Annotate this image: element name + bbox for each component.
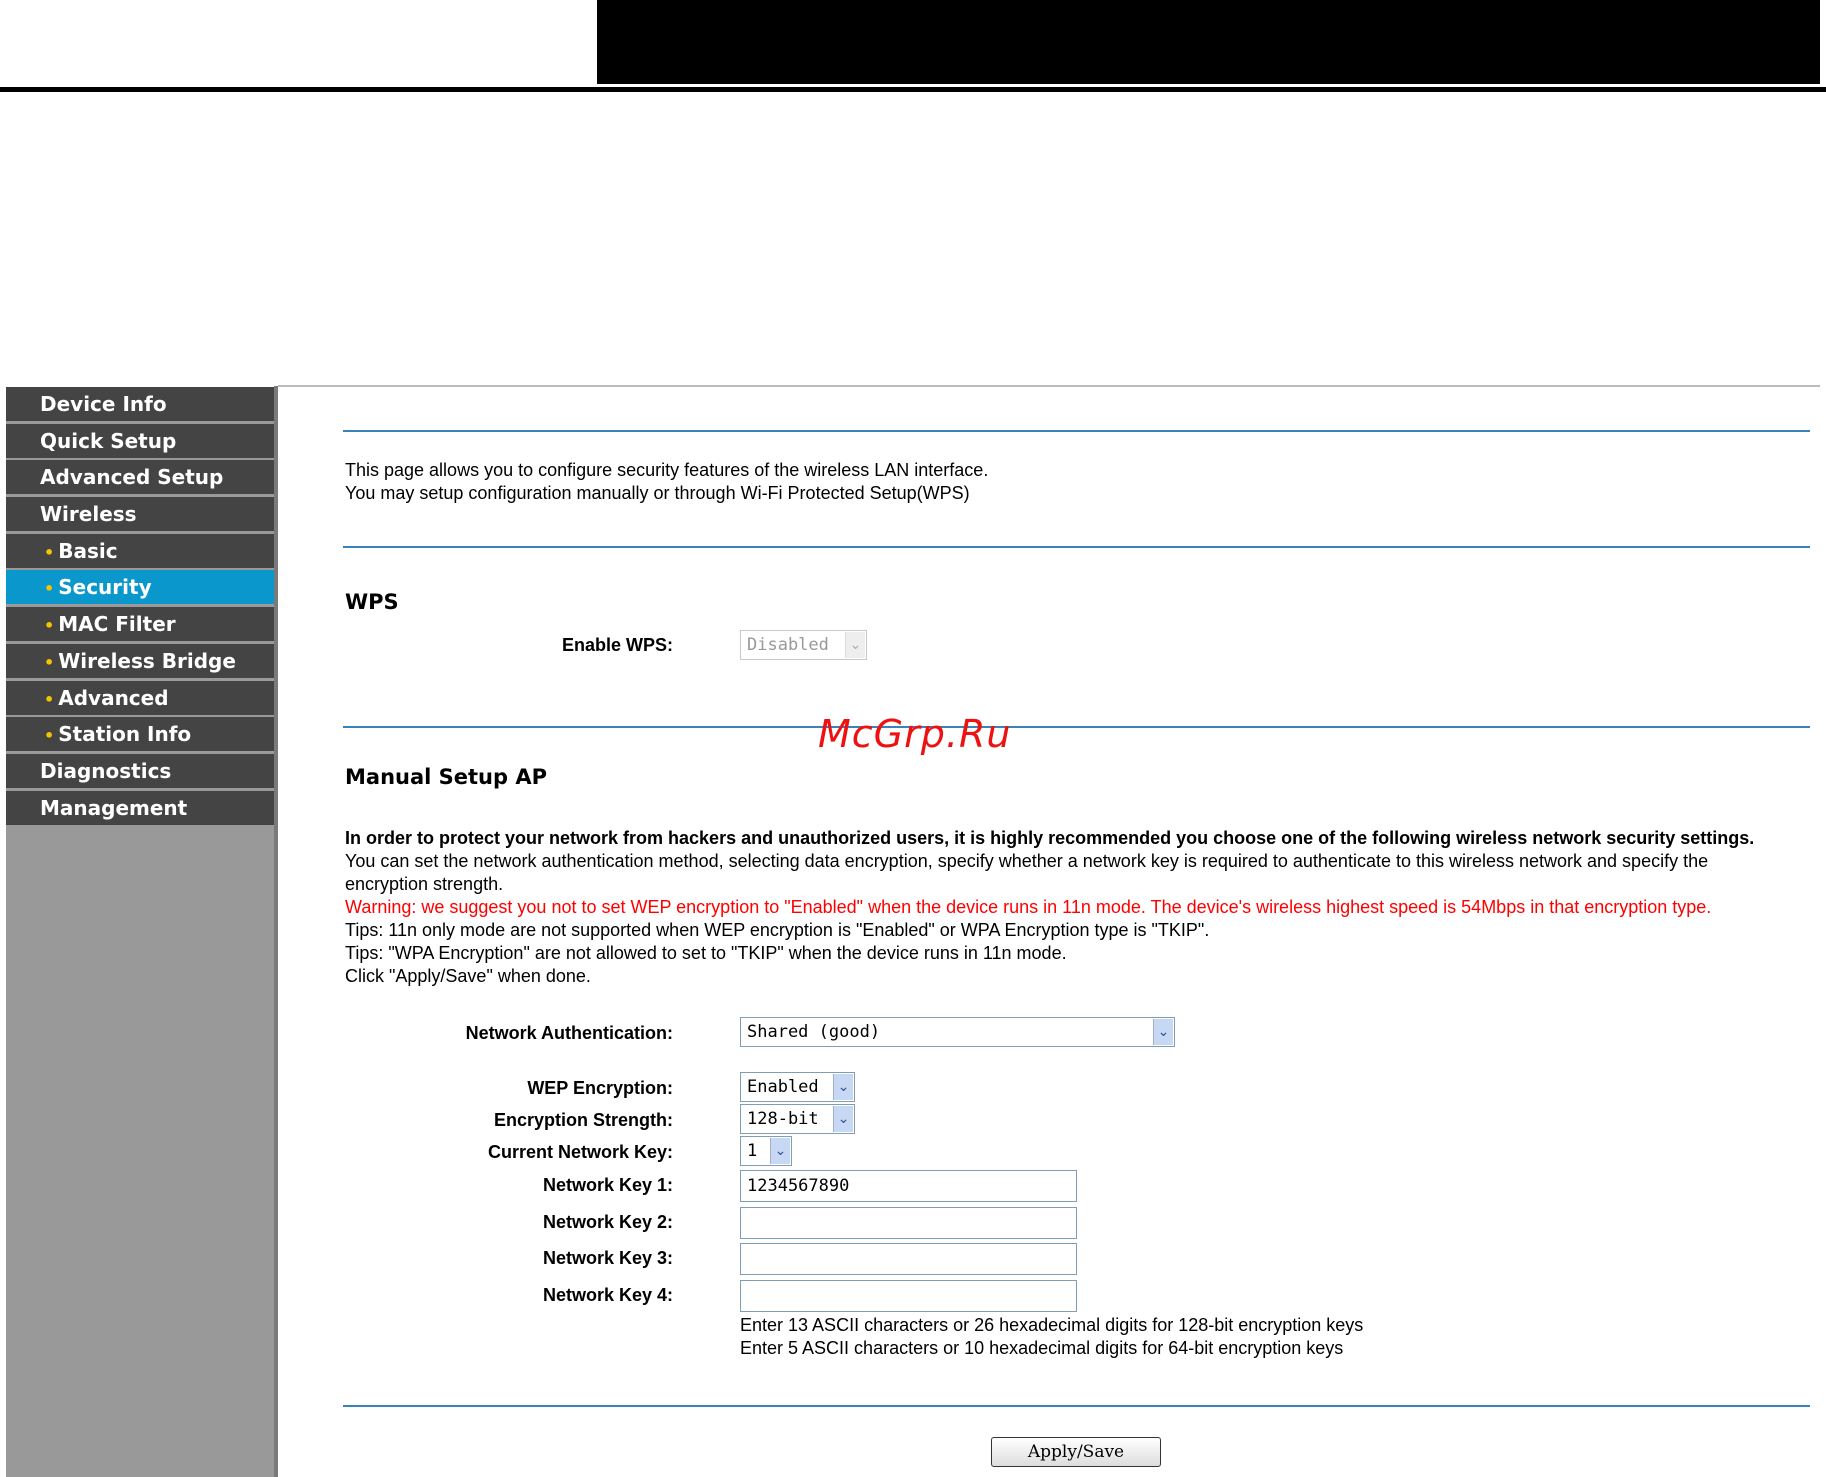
sidebar-item-quick-setup[interactable]: Quick Setup bbox=[6, 423, 274, 458]
intro-line-1: This page allows you to configure securi… bbox=[345, 460, 989, 480]
sidebar-item-basic[interactable]: • Basic bbox=[6, 533, 274, 568]
wep-encryption-label: WEP Encryption: bbox=[527, 1078, 673, 1098]
divider bbox=[343, 726, 1810, 728]
sidebar-item-label: Wireless Bridge bbox=[58, 648, 236, 673]
wep-encryption-value: Enabled bbox=[747, 1077, 819, 1097]
bullet-icon: • bbox=[44, 579, 55, 599]
enable-wps-label: Enable WPS: bbox=[561, 635, 673, 655]
network-key-4-label: Network Key 4: bbox=[542, 1285, 673, 1305]
wep-warning: Warning: we suggest you not to set WEP e… bbox=[345, 897, 1712, 917]
chevron-down-icon: ⌄ bbox=[1153, 1019, 1173, 1045]
manual-setup-heading: Manual Setup AP bbox=[345, 765, 547, 789]
key-hint-128: Enter 13 ASCII characters or 26 hexadeci… bbox=[740, 1315, 1364, 1335]
divider bbox=[343, 1405, 1810, 1407]
network-key-1-label: Network Key 1: bbox=[542, 1175, 673, 1195]
current-network-key-label: Current Network Key: bbox=[487, 1142, 673, 1162]
sidebar-item-label: MAC Filter bbox=[58, 612, 176, 637]
sidebar-item-label: Basic bbox=[58, 538, 118, 563]
divider bbox=[343, 430, 1810, 432]
sidebar-item-wireless-bridge[interactable]: • Wireless Bridge bbox=[6, 643, 274, 678]
divider bbox=[343, 546, 1810, 548]
bullet-icon: • bbox=[44, 616, 55, 636]
header-rule bbox=[0, 87, 1826, 92]
chevron-down-icon: ⌄ bbox=[770, 1138, 790, 1164]
sidebar-item-management[interactable]: Management bbox=[6, 790, 274, 825]
enable-wps-select[interactable]: Disabled ⌄ bbox=[740, 630, 867, 660]
tip-1: Tips: 11n only mode are not supported wh… bbox=[345, 920, 1210, 940]
bullet-icon: • bbox=[44, 652, 55, 672]
network-auth-select[interactable]: Shared (good) ⌄ bbox=[740, 1017, 1175, 1047]
sidebar-item-label: Diagnostics bbox=[40, 758, 172, 783]
sidebar-item-label: Advanced bbox=[58, 685, 169, 710]
sidebar-item-mac-filter[interactable]: • MAC Filter bbox=[6, 607, 274, 642]
sidebar-item-label: Device Info bbox=[40, 392, 167, 416]
intro-line-2: You may setup configuration manually or … bbox=[345, 483, 970, 503]
watermark: McGrp.Ru bbox=[818, 712, 1012, 756]
auth-description-2: encryption strength. bbox=[345, 874, 504, 894]
network-auth-value: Shared (good) bbox=[747, 1022, 881, 1042]
network-key-3-label: Network Key 3: bbox=[542, 1248, 673, 1268]
sidebar-item-diagnostics[interactable]: Diagnostics bbox=[6, 753, 274, 788]
network-auth-label: Network Authentication: bbox=[465, 1023, 673, 1043]
sidebar-item-wireless[interactable]: Wireless bbox=[6, 497, 274, 532]
sidebar-item-label: Quick Setup bbox=[40, 428, 177, 453]
network-key-4-input[interactable] bbox=[740, 1280, 1077, 1312]
bullet-icon: • bbox=[44, 689, 55, 709]
sidebar-item-station-info[interactable]: • Station Info bbox=[6, 717, 274, 752]
security-recommendation: In order to protect your network from ha… bbox=[345, 828, 1755, 848]
sidebar: Device Info Quick Setup Advanced Setup W… bbox=[6, 387, 274, 1477]
sidebar-item-label: Management bbox=[40, 795, 188, 820]
network-key-1-input[interactable]: 1234567890 bbox=[740, 1170, 1077, 1202]
header-bar bbox=[597, 0, 1820, 84]
main-content: This page allows you to configure securi… bbox=[278, 387, 1820, 1477]
sidebar-item-advanced-setup[interactable]: Advanced Setup bbox=[6, 460, 274, 495]
sidebar-item-device-info[interactable]: Device Info bbox=[6, 387, 274, 421]
wep-encryption-select[interactable]: Enabled ⌄ bbox=[740, 1072, 855, 1102]
sidebar-item-label: Advanced Setup bbox=[40, 465, 224, 490]
network-key-2-input[interactable] bbox=[740, 1207, 1077, 1239]
network-key-2-label: Network Key 2: bbox=[542, 1212, 673, 1232]
key-hint-64: Enter 5 ASCII characters or 10 hexadecim… bbox=[740, 1338, 1344, 1358]
auth-description-1: You can set the network authentication m… bbox=[345, 851, 1709, 871]
wps-heading: WPS bbox=[345, 590, 399, 614]
current-network-key-value: 1 bbox=[747, 1141, 758, 1161]
tip-2: Tips: "WPA Encryption" are not allowed t… bbox=[345, 943, 1067, 963]
click-hint: Click "Apply/Save" when done. bbox=[345, 966, 591, 986]
sidebar-item-advanced[interactable]: • Advanced bbox=[6, 680, 274, 715]
current-network-key-select[interactable]: 1 ⌄ bbox=[740, 1136, 792, 1166]
sidebar-item-label: Station Info bbox=[58, 722, 192, 747]
bullet-icon: • bbox=[44, 542, 55, 562]
network-key-3-input[interactable] bbox=[740, 1243, 1077, 1275]
chevron-down-icon: ⌄ bbox=[833, 1106, 853, 1132]
chevron-down-icon: ⌄ bbox=[833, 1074, 853, 1100]
sidebar-item-label: Security bbox=[58, 575, 152, 600]
enable-wps-value: Disabled bbox=[747, 635, 829, 655]
encryption-strength-select[interactable]: 128-bit ⌄ bbox=[740, 1104, 855, 1134]
chevron-down-icon: ⌄ bbox=[845, 632, 865, 658]
sidebar-item-security[interactable]: • Security bbox=[6, 570, 274, 605]
encryption-strength-value: 128-bit bbox=[747, 1109, 819, 1129]
bullet-icon: • bbox=[44, 726, 55, 746]
sidebar-item-label: Wireless bbox=[40, 502, 137, 527]
encryption-strength-label: Encryption Strength: bbox=[494, 1110, 673, 1130]
apply-save-button[interactable]: Apply/Save bbox=[991, 1437, 1161, 1467]
